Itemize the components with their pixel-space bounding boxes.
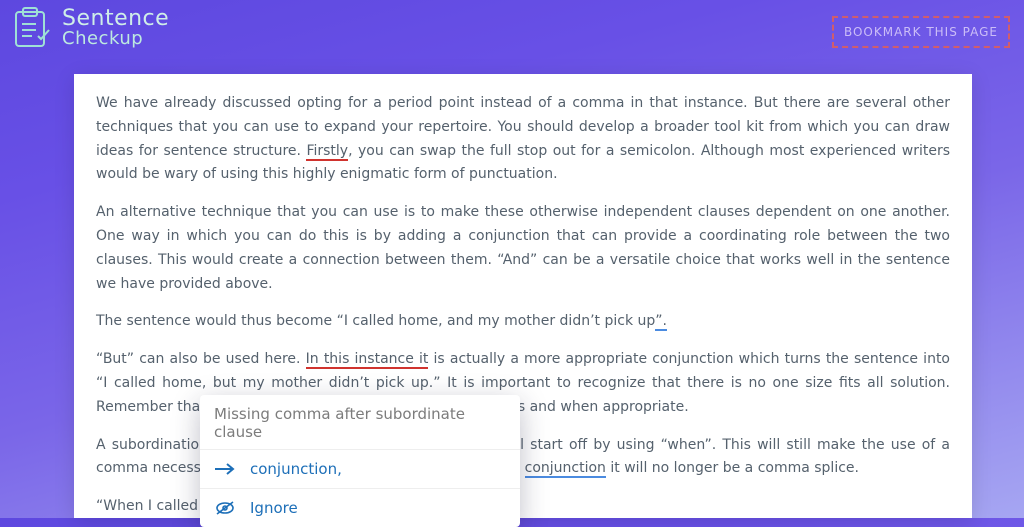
text-run: The sentence would thus become “I called…: [96, 313, 655, 329]
suggestion-tooltip: Missing comma after subordinate clause c…: [200, 395, 520, 527]
brand-text: Sentence Checkup: [62, 7, 169, 49]
spacer: [96, 74, 950, 92]
tooltip-title: Missing comma after subordinate clause: [200, 395, 520, 449]
clipboard-icon: [14, 6, 54, 50]
brand-line2: Checkup: [62, 30, 169, 49]
paragraph: The sentence would thus become “I called…: [96, 310, 950, 334]
eye-off-icon: [214, 501, 236, 515]
ignore-text: Ignore: [250, 499, 298, 517]
paragraph: We have already discussed opting for a p…: [96, 92, 950, 187]
brand-logo[interactable]: Sentence Checkup: [14, 6, 169, 50]
text-run: it will no longer be a comma splice.: [606, 460, 859, 476]
paragraph: An alternative technique that you can us…: [96, 201, 950, 296]
grammar-error[interactable]: ”.: [655, 313, 667, 331]
suggestion-text: conjunction,: [250, 460, 342, 478]
text-run: “But” can also be used here.: [96, 351, 306, 367]
apply-suggestion-button[interactable]: conjunction,: [200, 449, 520, 488]
spell-error[interactable]: In this instance it: [306, 351, 429, 369]
brand-line1: Sentence: [62, 7, 169, 30]
ignore-button[interactable]: Ignore: [200, 488, 520, 527]
grammar-error[interactable]: conjunction: [525, 460, 606, 478]
bookmark-button[interactable]: BOOKMARK THIS PAGE: [832, 16, 1010, 48]
arrow-right-icon: [214, 462, 236, 476]
spell-error[interactable]: Firstly: [306, 143, 348, 161]
